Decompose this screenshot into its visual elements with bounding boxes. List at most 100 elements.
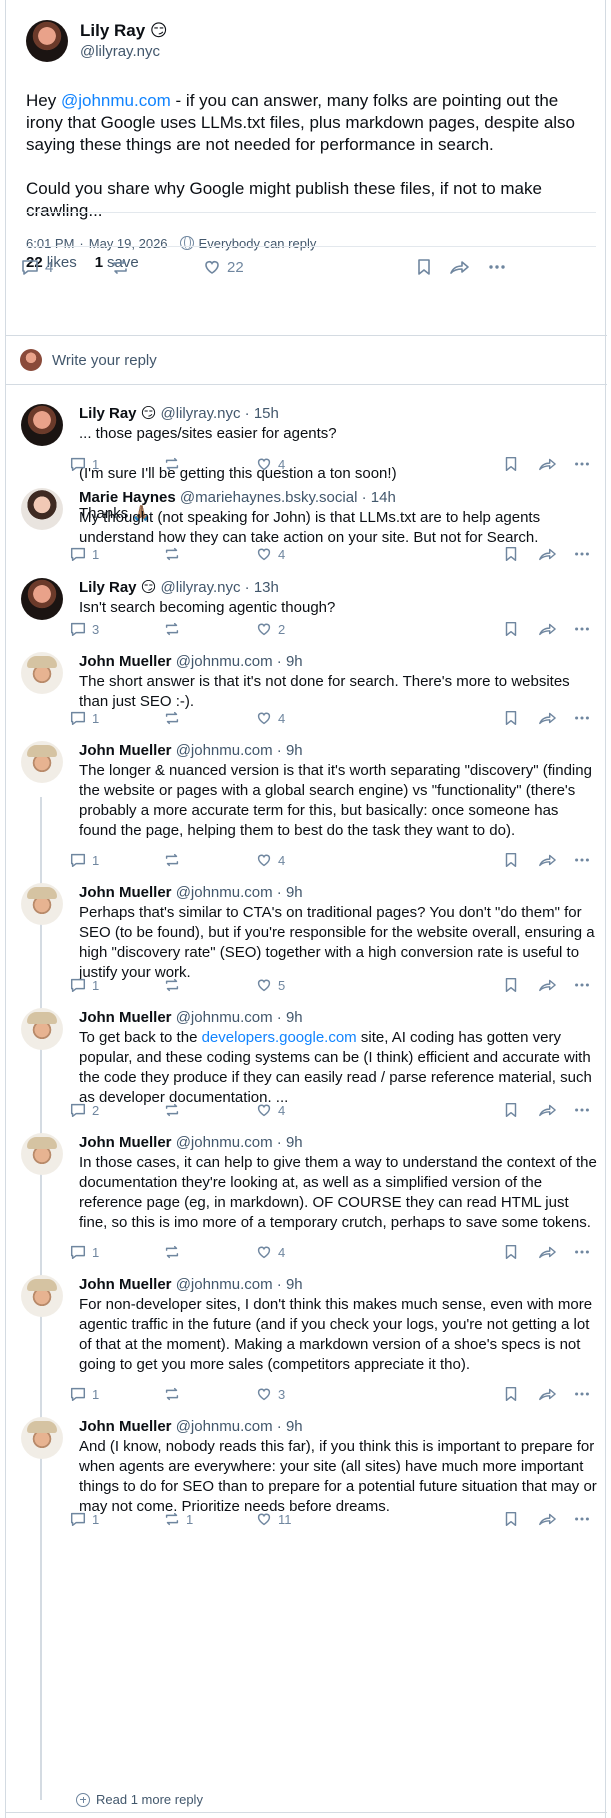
bookmark-button[interactable] (502, 976, 520, 994)
reply-time[interactable]: 9h (286, 1418, 303, 1435)
more-button[interactable] (573, 1510, 591, 1528)
share-button[interactable] (537, 1510, 557, 1528)
more-button[interactable] (573, 709, 591, 727)
more-button[interactable] (573, 976, 591, 994)
share-button[interactable] (537, 620, 557, 638)
avatar[interactable] (21, 488, 63, 530)
reply-author-name[interactable]: John Mueller (79, 1134, 172, 1151)
reply-author-handle[interactable]: @johnmu.com (176, 1276, 273, 1293)
repost-button[interactable] (163, 545, 186, 563)
bookmark-button[interactable] (502, 1510, 520, 1528)
bookmark-button[interactable] (502, 851, 520, 869)
reply-author-name[interactable]: Lily Ray 😏 (79, 405, 156, 422)
reply-author-name[interactable]: John Mueller (79, 1418, 172, 1435)
reply-button[interactable]: 3 (69, 620, 99, 638)
bookmark-button[interactable] (502, 1243, 520, 1261)
like-button[interactable]: 4 (255, 545, 285, 563)
reply-author-handle[interactable]: @johnmu.com (176, 742, 273, 759)
bookmark-button[interactable] (502, 455, 520, 473)
reply-button[interactable]: 1 (69, 976, 99, 994)
more-button[interactable] (573, 455, 591, 473)
author-handle[interactable]: @lilyray.nyc (80, 42, 168, 62)
reply-author-name[interactable]: Marie Haynes (79, 489, 176, 506)
share-button[interactable] (537, 1385, 557, 1403)
reply-author-name[interactable]: John Mueller (79, 1009, 172, 1026)
reply-time[interactable]: 9h (286, 1134, 303, 1151)
like-button[interactable]: 2 (255, 620, 285, 638)
reply-button[interactable]: 1 (69, 545, 99, 563)
reply-author-name[interactable]: John Mueller (79, 884, 172, 901)
reply-time[interactable]: 14h (371, 489, 396, 506)
repost-button[interactable] (110, 257, 130, 277)
read-more-button[interactable]: Read 1 more reply (76, 1792, 203, 1807)
more-button[interactable] (573, 1385, 591, 1403)
reply-button[interactable]: 1 (69, 1385, 99, 1403)
share-button[interactable] (537, 1101, 557, 1119)
repost-button[interactable] (163, 976, 186, 994)
like-button[interactable]: 4 (255, 455, 285, 473)
avatar[interactable] (21, 652, 63, 694)
repost-button[interactable]: 1 (163, 1510, 193, 1528)
reply-author-handle[interactable]: @mariehaynes.bsky.social (180, 489, 358, 506)
avatar[interactable] (21, 883, 63, 925)
reply-author-handle[interactable]: @johnmu.com (176, 1418, 273, 1435)
share-button[interactable] (537, 1243, 557, 1261)
bookmark-button[interactable] (502, 709, 520, 727)
like-button[interactable]: 4 (255, 1101, 285, 1119)
reply-author-handle[interactable]: @johnmu.com (176, 1134, 273, 1151)
reply-author-handle[interactable]: @lilyray.nyc (161, 405, 241, 422)
like-button[interactable]: 5 (255, 976, 285, 994)
reply-link[interactable]: developers.google.com (202, 1029, 357, 1046)
share-button[interactable] (537, 709, 557, 727)
bookmark-button[interactable] (502, 1101, 520, 1119)
repost-button[interactable] (163, 620, 186, 638)
repost-button[interactable] (163, 1243, 186, 1261)
like-button[interactable]: 4 (255, 1243, 285, 1261)
more-button[interactable] (573, 620, 591, 638)
share-button[interactable] (448, 257, 470, 277)
reply-time[interactable]: 9h (286, 884, 303, 901)
share-button[interactable] (537, 545, 557, 563)
more-button[interactable] (573, 851, 591, 869)
reply-time[interactable]: 13h (254, 579, 279, 596)
reply-button[interactable]: 1 (69, 1510, 99, 1528)
reply-author-name[interactable]: Lily Ray 😏 (79, 579, 156, 596)
reply-author-handle[interactable]: @johnmu.com (176, 653, 273, 670)
reply-author-name[interactable]: John Mueller (79, 742, 172, 759)
reply-author-name[interactable]: John Mueller (79, 653, 172, 670)
avatar[interactable] (21, 578, 63, 620)
avatar[interactable] (21, 1133, 63, 1175)
share-button[interactable] (537, 976, 557, 994)
like-button[interactable]: 22 (202, 257, 244, 277)
more-button[interactable] (487, 257, 507, 277)
repost-button[interactable] (163, 455, 186, 473)
reply-time[interactable]: 9h (286, 742, 303, 759)
more-button[interactable] (573, 545, 591, 563)
reply-time[interactable]: 15h (254, 405, 279, 422)
reply-composer[interactable]: Write your reply (6, 335, 607, 385)
bookmark-button[interactable] (502, 545, 520, 563)
reply-button[interactable]: 1 (69, 455, 99, 473)
like-button[interactable]: 11 (255, 1510, 292, 1528)
more-button[interactable] (573, 1101, 591, 1119)
share-button[interactable] (537, 455, 557, 473)
share-button[interactable] (537, 851, 557, 869)
repost-button[interactable] (163, 709, 186, 727)
reply-time[interactable]: 9h (286, 653, 303, 670)
avatar[interactable] (26, 20, 68, 62)
reply-time[interactable]: 9h (286, 1276, 303, 1293)
avatar[interactable] (21, 741, 63, 783)
repost-button[interactable] (163, 851, 186, 869)
repost-button[interactable] (163, 1385, 186, 1403)
like-button[interactable]: 4 (255, 709, 285, 727)
reply-time[interactable]: 9h (286, 1009, 303, 1026)
more-button[interactable] (573, 1243, 591, 1261)
reply-button[interactable]: 1 (69, 1243, 99, 1261)
reply-author-handle[interactable]: @lilyray.nyc (161, 579, 241, 596)
reply-button[interactable]: 1 (69, 851, 99, 869)
bookmark-button[interactable] (502, 1385, 520, 1403)
reply-button[interactable]: 4 (20, 257, 53, 277)
avatar[interactable] (21, 1275, 63, 1317)
bookmark-button[interactable] (502, 620, 520, 638)
reply-author-handle[interactable]: @johnmu.com (176, 884, 273, 901)
